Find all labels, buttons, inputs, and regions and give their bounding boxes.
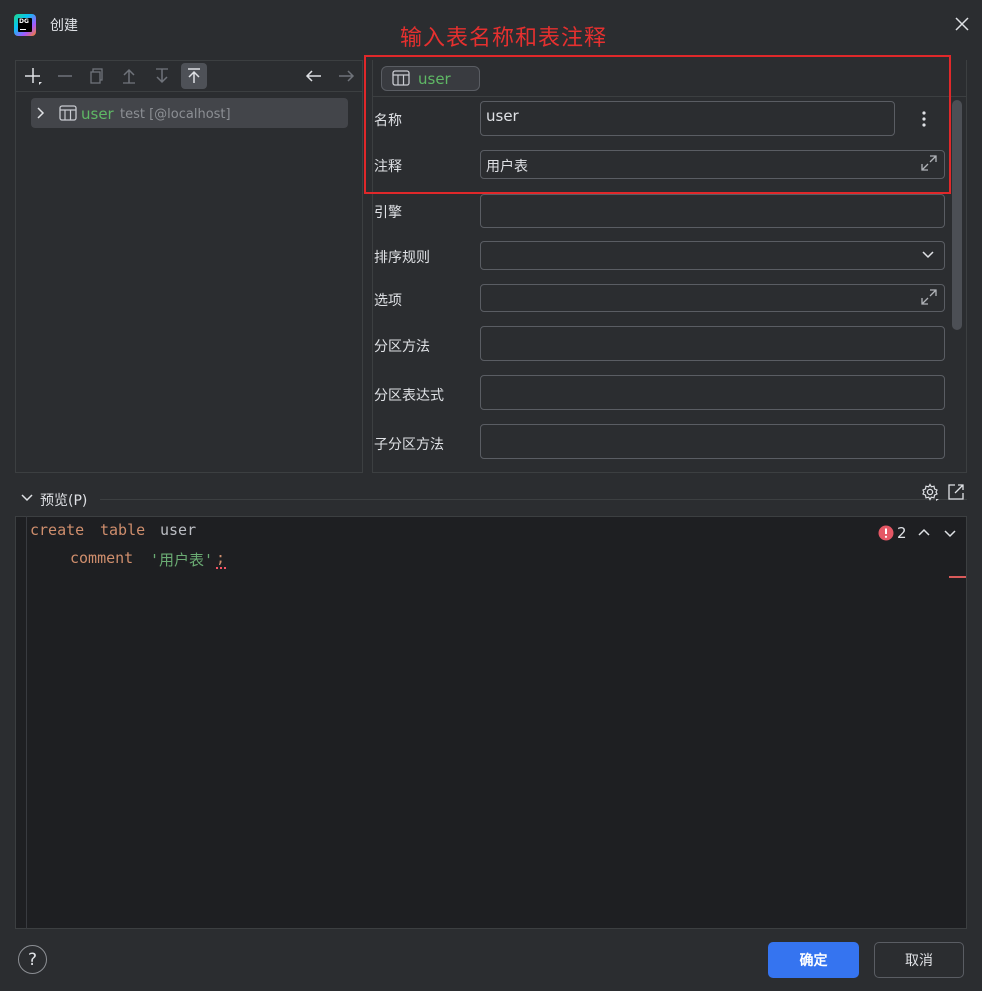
add-icon[interactable]	[20, 63, 46, 89]
code-string: '用户表'	[150, 551, 214, 569]
partition-expr-label: 分区表达式	[374, 388, 444, 404]
partition-method-field[interactable]	[480, 326, 945, 361]
tab-label: user	[418, 70, 451, 88]
error-count: 2	[897, 524, 907, 542]
code-keyword: table	[100, 521, 146, 539]
subpartition-method-label: 子分区方法	[374, 437, 444, 453]
annotation-text: 输入表名称和表注释	[400, 26, 608, 51]
name-value: user	[486, 107, 519, 125]
code-identifier: user	[160, 521, 197, 539]
table-icon	[392, 70, 410, 90]
comment-value: 用户表	[486, 159, 528, 175]
move-up-icon[interactable]	[116, 63, 142, 89]
comment-field[interactable]	[480, 150, 945, 179]
help-button[interactable]: ?	[18, 945, 47, 974]
code-semicolon: ;	[216, 549, 226, 567]
tree-item-sublabel: test [@localhost]	[120, 107, 231, 122]
options-label: 选项	[374, 293, 402, 309]
editor-gutter	[26, 516, 27, 929]
subpartition-method-field[interactable]	[480, 424, 945, 459]
options-field[interactable]	[480, 284, 945, 312]
structure-toolbar	[15, 60, 363, 92]
sql-preview-editor[interactable]	[15, 516, 967, 929]
code-keyword: create	[30, 521, 85, 539]
chevron-up-icon[interactable]	[917, 526, 931, 544]
tree-item-label: user	[81, 105, 114, 123]
expand-icon[interactable]	[919, 287, 939, 311]
divider	[372, 96, 967, 97]
collation-select[interactable]	[480, 241, 945, 270]
scrollbar[interactable]	[952, 100, 962, 330]
window-title: 创建	[50, 18, 78, 34]
move-top-icon[interactable]	[181, 63, 207, 89]
expand-icon[interactable]	[919, 153, 939, 177]
open-external-icon[interactable]	[946, 482, 966, 506]
back-arrow-icon[interactable]	[301, 63, 327, 89]
error-stripe-marker[interactable]	[949, 576, 966, 578]
close-icon[interactable]	[952, 14, 972, 34]
preview-label[interactable]: 预览(P)	[40, 490, 87, 510]
remove-icon[interactable]	[52, 63, 78, 89]
gear-icon[interactable]	[920, 482, 940, 506]
comment-label: 注释	[374, 159, 402, 175]
chevron-down-icon[interactable]	[920, 247, 936, 267]
chevron-down-icon[interactable]	[20, 491, 34, 509]
ok-button[interactable]: 确定	[768, 942, 859, 978]
chevron-right-icon[interactable]	[36, 106, 46, 124]
engine-label: 引擎	[374, 205, 402, 221]
name-label: 名称	[374, 113, 402, 129]
partition-expr-field[interactable]	[480, 375, 945, 410]
partition-method-label: 分区方法	[374, 339, 430, 355]
collation-label: 排序规则	[374, 250, 430, 266]
name-field[interactable]	[480, 101, 895, 136]
code-keyword: comment	[70, 549, 134, 567]
more-options-icon[interactable]	[916, 109, 932, 133]
engine-field[interactable]	[480, 194, 945, 228]
divider	[100, 499, 967, 500]
move-down-icon[interactable]	[149, 63, 175, 89]
error-icon[interactable]	[878, 525, 894, 545]
copy-icon[interactable]	[84, 63, 110, 89]
app-logo-icon: DG	[14, 14, 36, 36]
chevron-down-icon[interactable]	[943, 526, 957, 544]
forward-arrow-icon[interactable]	[333, 63, 359, 89]
table-icon	[59, 105, 77, 125]
error-squiggle	[216, 566, 226, 569]
cancel-button[interactable]: 取消	[874, 942, 964, 978]
